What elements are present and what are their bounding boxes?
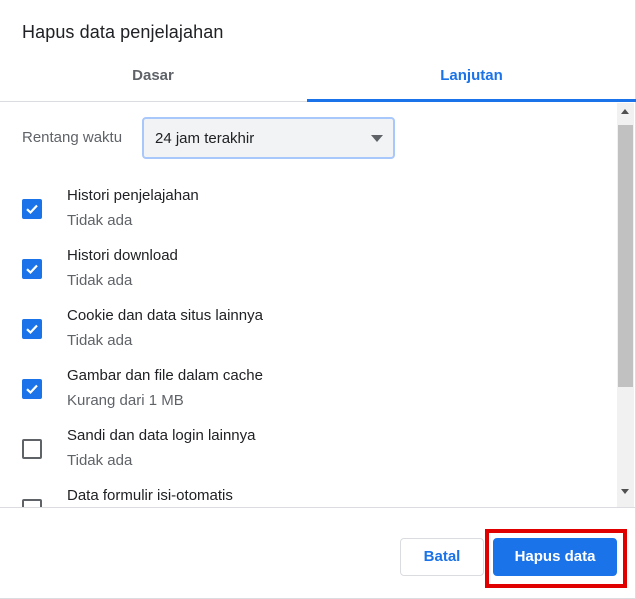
option-detail: Tidak ada	[67, 332, 133, 349]
dialog-title: Hapus data penjelajahan	[22, 22, 224, 42]
option-autofill[interactable]: Data formulir isi-otomatis	[22, 487, 602, 507]
tab-advanced[interactable]: Lanjutan	[307, 56, 636, 102]
option-browsing-history[interactable]: Histori penjelajahan Tidak ada	[22, 187, 602, 239]
option-download-history[interactable]: Histori download Tidak ada	[22, 247, 602, 299]
active-tab-indicator	[307, 99, 636, 102]
options-panel: Rentang waktu 24 jam terakhir Histori pe…	[0, 103, 636, 507]
option-label: Histori download	[67, 247, 178, 264]
clear-browsing-data-dialog: Hapus data penjelajahan Dasar Lanjutan R…	[0, 0, 636, 599]
cancel-button[interactable]: Batal	[400, 538, 484, 576]
scroll-up-arrow-icon[interactable]	[621, 109, 629, 114]
option-detail: Tidak ada	[67, 272, 133, 289]
option-cookies[interactable]: Cookie dan data situs lainnya Tidak ada	[22, 307, 602, 359]
checkbox-checked-icon[interactable]	[22, 259, 42, 279]
checkbox-unchecked-icon[interactable]	[22, 439, 42, 459]
option-label: Data formulir isi-otomatis	[67, 487, 233, 504]
option-detail: Tidak ada	[67, 212, 133, 229]
tab-bar: Dasar Lanjutan	[0, 56, 636, 102]
option-label: Cookie dan data situs lainnya	[67, 307, 263, 324]
checkbox-checked-icon[interactable]	[22, 379, 42, 399]
option-passwords[interactable]: Sandi dan data login lainnya Tidak ada	[22, 427, 602, 479]
time-range-select[interactable]: 24 jam terakhir	[142, 117, 395, 159]
time-range-row: Rentang waktu 24 jam terakhir	[22, 117, 402, 159]
option-detail: Kurang dari 1 MB	[67, 392, 184, 409]
checkbox-unchecked-icon[interactable]	[22, 499, 42, 507]
highlight-box	[485, 529, 627, 588]
time-range-value: 24 jam terakhir	[155, 130, 255, 147]
dialog-footer: Batal Hapus data	[0, 507, 636, 599]
option-label: Gambar dan file dalam cache	[67, 367, 263, 384]
tab-basic[interactable]: Dasar	[0, 56, 306, 102]
dropdown-caret-icon	[371, 135, 383, 142]
option-detail: Tidak ada	[67, 452, 133, 469]
vertical-scrollbar[interactable]	[617, 103, 634, 507]
option-label: Histori penjelajahan	[67, 187, 199, 204]
option-cached-images[interactable]: Gambar dan file dalam cache Kurang dari …	[22, 367, 602, 419]
scrollbar-thumb[interactable]	[618, 125, 633, 387]
time-range-label: Rentang waktu	[22, 129, 123, 146]
option-label: Sandi dan data login lainnya	[67, 427, 256, 444]
scroll-down-arrow-icon[interactable]	[621, 489, 629, 494]
checkbox-checked-icon[interactable]	[22, 199, 42, 219]
checkbox-checked-icon[interactable]	[22, 319, 42, 339]
